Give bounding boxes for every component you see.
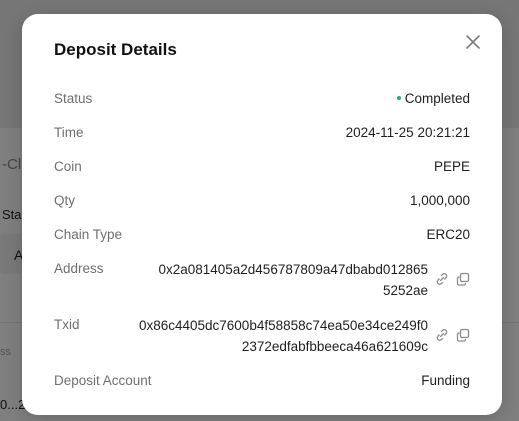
qty-label: Qty <box>54 193 76 208</box>
txid-label: Txid <box>54 317 80 332</box>
txid-row: Txid 0x86c4405dc7600b4f58858c74ea50e34ce… <box>54 317 470 361</box>
address-link-icon[interactable] <box>434 271 450 287</box>
address-copy-icon[interactable] <box>455 271 471 287</box>
txid-copy-icon[interactable] <box>455 327 471 343</box>
time-value: 2024-11-25 20:21:21 <box>345 125 470 140</box>
time-label: Time <box>54 125 84 140</box>
address-line-2: 5252ae <box>382 283 428 298</box>
status-label: Status <box>54 91 93 106</box>
address-label: Address <box>54 261 104 276</box>
deposit-details-modal: Deposit Details Status Completed Time 20… <box>22 14 502 415</box>
txid-line-2: 2372edfabfbbeeca46a621609c <box>241 339 428 354</box>
address-line-1: 0x2a081405a2d456787809a47dbabd012865 <box>158 262 428 277</box>
status-dot <box>396 96 401 101</box>
close-icon[interactable] <box>464 33 482 51</box>
qty-value: 1,000,000 <box>409 193 470 208</box>
chain-type-value: ERC20 <box>426 227 470 242</box>
address-row: Address 0x2a081405a2d456787809a47dbabd01… <box>54 261 470 305</box>
txid-value: 0x86c4405dc7600b4f58858c74ea50e34ce249f0… <box>139 315 428 357</box>
status-text: Completed <box>404 91 470 106</box>
modal-title: Deposit Details <box>54 40 177 59</box>
address-value: 0x2a081405a2d456787809a47dbabd012865 525… <box>158 259 428 301</box>
txid-link-icon[interactable] <box>434 327 450 343</box>
deposit-account-label: Deposit Account <box>54 373 152 388</box>
txid-line-1: 0x86c4405dc7600b4f58858c74ea50e34ce249f0 <box>138 318 428 333</box>
deposit-account-value: Funding <box>421 373 470 388</box>
chain-type-label: Chain Type <box>54 227 123 242</box>
coin-value: PEPE <box>433 159 470 174</box>
coin-label: Coin <box>54 159 82 174</box>
status-value: Completed <box>396 91 470 106</box>
